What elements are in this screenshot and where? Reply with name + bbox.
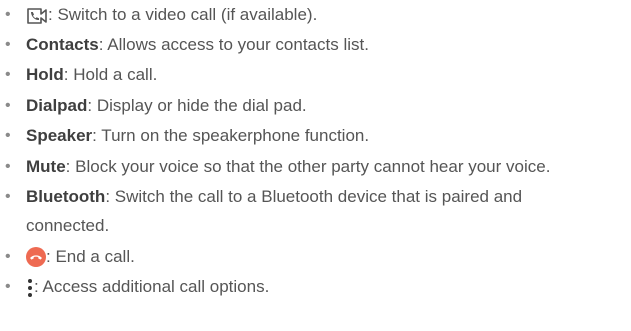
item-term: Dialpad xyxy=(26,96,88,115)
list-item-content: Speaker: Turn on the speakerphone functi… xyxy=(26,121,626,150)
bullet: • xyxy=(5,97,11,114)
item-term: Bluetooth xyxy=(26,187,106,206)
bullet: • xyxy=(5,188,11,205)
item-text: : Hold a call. xyxy=(63,65,158,84)
list-item-content: : End a call. xyxy=(26,242,626,271)
list-item-content: : Switch to a video call (if available). xyxy=(26,0,626,29)
bullet: • xyxy=(5,6,11,23)
video-call-icon xyxy=(26,7,48,25)
item-term: Contacts xyxy=(26,35,99,54)
list-item-content: Mute: Block your voice so that the other… xyxy=(26,152,626,181)
bullet: • xyxy=(5,36,11,53)
item-text: : Switch to a video call (if available). xyxy=(48,5,318,24)
list-item-content: Dialpad: Display or hide the dial pad. xyxy=(26,91,626,120)
list-item-content: : Access additional call options. xyxy=(26,272,626,301)
list-item-content: Bluetooth: Switch the call to a Bluetoot… xyxy=(26,182,626,240)
item-line-continued: connected. xyxy=(26,216,110,235)
item-term: Hold xyxy=(26,65,64,84)
item-term: Speaker xyxy=(26,126,93,145)
item-line: Bluetooth: Switch the call to a Bluetoot… xyxy=(26,182,626,211)
item-text: : Block your voice so that the other par… xyxy=(65,157,551,176)
bullet: • xyxy=(5,66,11,83)
item-text: : Access additional call options. xyxy=(34,277,270,296)
end-call-icon xyxy=(26,246,46,267)
list-item-content: Contacts: Allows access to your contacts… xyxy=(26,30,626,59)
list-item-content: Hold: Hold a call. xyxy=(26,60,626,89)
bullet: • xyxy=(5,248,11,265)
item-text: : Allows access to your contacts list. xyxy=(98,35,369,54)
item-text: : Display or hide the dial pad. xyxy=(87,96,307,115)
item-term: Mute xyxy=(26,157,66,176)
item-text: : End a call. xyxy=(46,247,135,266)
more-options-icon xyxy=(26,278,34,298)
bullet: • xyxy=(5,158,11,175)
bullet: • xyxy=(5,278,11,295)
bullet: • xyxy=(5,127,11,144)
item-text: : Switch the call to a Bluetooth device … xyxy=(105,187,523,206)
item-text: : Turn on the speakerphone function. xyxy=(92,126,370,145)
